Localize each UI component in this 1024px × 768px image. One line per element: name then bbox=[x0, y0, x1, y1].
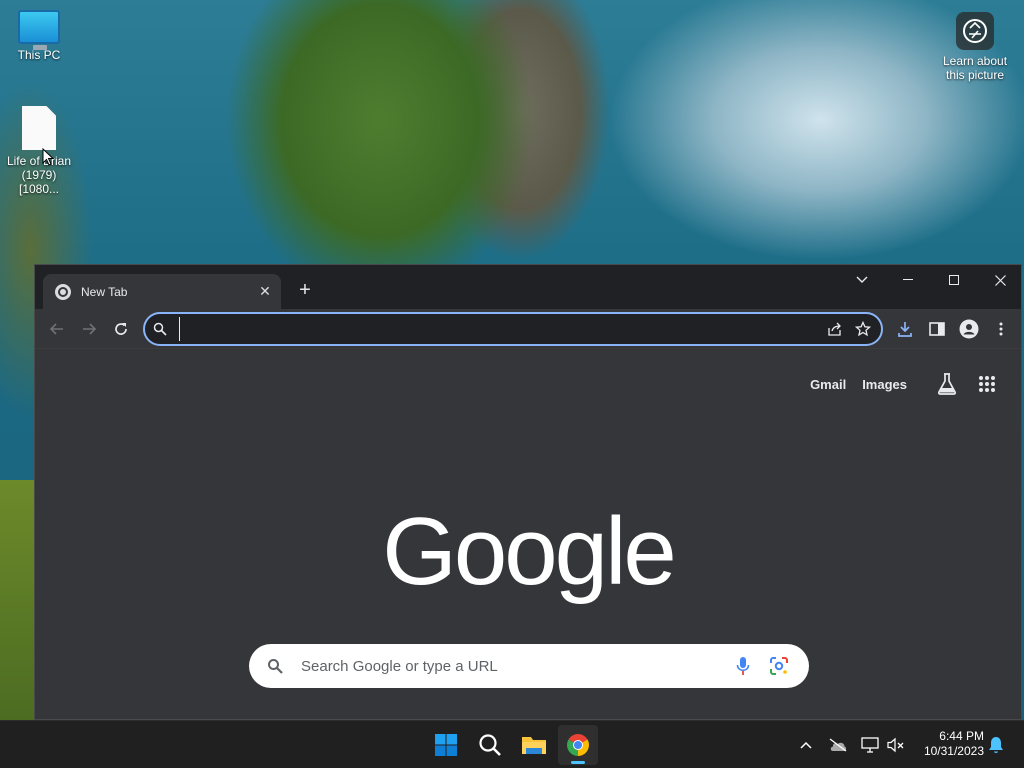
tab-title: New Tab bbox=[81, 284, 128, 299]
taskbar: 6:44 PM 10/31/2023 bbox=[0, 720, 1024, 768]
chrome-favicon-icon bbox=[55, 283, 71, 300]
clock-date: 10/31/2023 bbox=[923, 744, 984, 758]
close-window-button[interactable] bbox=[977, 265, 1021, 295]
network-icon[interactable] bbox=[858, 733, 882, 757]
camera-lens-icon bbox=[956, 12, 994, 50]
google-lens-icon[interactable] bbox=[767, 657, 791, 675]
new-tab-button[interactable]: + bbox=[293, 279, 317, 303]
google-logo: Google bbox=[382, 498, 677, 605]
taskbar-search-button[interactable] bbox=[470, 725, 510, 765]
tab-search-chevron-icon[interactable] bbox=[839, 265, 885, 295]
microphone-icon[interactable] bbox=[731, 656, 755, 676]
start-button[interactable] bbox=[426, 725, 466, 765]
desktop-icon-label: This PC bbox=[17, 48, 61, 62]
maximize-button[interactable] bbox=[931, 265, 977, 295]
ntp-search-placeholder: Search Google or type a URL bbox=[301, 657, 498, 675]
address-input[interactable] bbox=[179, 317, 821, 341]
notification-bell-icon[interactable] bbox=[984, 733, 1008, 757]
system-clock[interactable]: 6:44 PM 10/31/2023 bbox=[912, 729, 984, 759]
desktop-icon-label: Life of Brian (1979) [1080... bbox=[6, 154, 72, 196]
desktop-icon-learn-about-picture[interactable]: Learn about this picture bbox=[936, 12, 1014, 82]
desktop-icon-this-pc[interactable]: This PC bbox=[0, 10, 78, 62]
minimize-button[interactable] bbox=[885, 265, 931, 295]
clock-time: 6:44 PM bbox=[939, 729, 984, 743]
chrome-taskbar-button[interactable] bbox=[558, 725, 598, 765]
mouse-cursor-icon bbox=[42, 147, 55, 171]
search-icon bbox=[153, 322, 171, 336]
apps-grid-icon[interactable] bbox=[971, 368, 1003, 400]
wallpaper-cliff bbox=[0, 480, 34, 720]
address-bar[interactable] bbox=[143, 312, 883, 346]
file-icon bbox=[22, 106, 56, 150]
chrome-window: New Tab ✕ + Gmail Images Google Search G… bbox=[34, 264, 1022, 720]
show-hidden-icons-chevron-icon[interactable] bbox=[794, 733, 818, 757]
running-indicator bbox=[571, 761, 585, 764]
file-explorer-button[interactable] bbox=[514, 725, 554, 765]
browser-toolbar bbox=[35, 309, 1021, 349]
new-tab-page: Gmail Images Google Search Google or typ… bbox=[35, 350, 1021, 719]
labs-flask-icon[interactable] bbox=[931, 368, 963, 400]
images-link[interactable]: Images bbox=[862, 377, 907, 392]
kebab-menu-icon[interactable] bbox=[987, 315, 1015, 343]
desktop-icon-file[interactable]: Life of Brian (1979) [1080... bbox=[0, 106, 78, 196]
profile-avatar-icon[interactable] bbox=[955, 315, 983, 343]
monitor-icon bbox=[18, 10, 60, 50]
back-button[interactable] bbox=[43, 315, 71, 343]
ntp-search-box[interactable]: Search Google or type a URL bbox=[249, 644, 809, 688]
ntp-header-links: Gmail Images bbox=[810, 368, 1003, 400]
search-icon bbox=[267, 658, 287, 674]
desktop-icon-label: Learn about this picture bbox=[942, 54, 1008, 82]
gmail-link[interactable]: Gmail bbox=[810, 377, 846, 392]
share-icon[interactable] bbox=[821, 315, 849, 343]
bookmark-star-icon[interactable] bbox=[849, 315, 877, 343]
reload-button[interactable] bbox=[107, 315, 135, 343]
onedrive-cloud-icon[interactable] bbox=[826, 733, 850, 757]
close-tab-icon[interactable]: ✕ bbox=[255, 282, 275, 302]
volume-muted-icon[interactable] bbox=[884, 733, 908, 757]
title-bar: New Tab ✕ + bbox=[35, 265, 1021, 309]
tab-new-tab[interactable]: New Tab ✕ bbox=[43, 274, 281, 309]
forward-button[interactable] bbox=[75, 315, 103, 343]
download-icon[interactable] bbox=[891, 315, 919, 343]
side-panel-icon[interactable] bbox=[923, 315, 951, 343]
